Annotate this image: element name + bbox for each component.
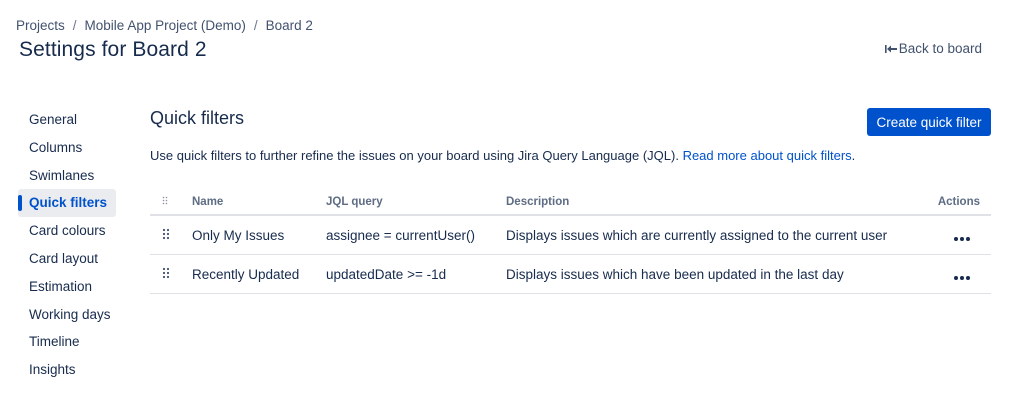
sidebar-item-quick-filters[interactable]: Quick filters (18, 189, 116, 218)
column-header-name: Name (192, 196, 224, 208)
breadcrumb-projects[interactable]: Projects (16, 18, 65, 33)
description-suffix: . (851, 148, 856, 163)
breadcrumb-project[interactable]: Mobile App Project (Demo) (85, 18, 246, 33)
filter-name: Only My Issues (192, 228, 285, 243)
settings-sidebar: General Columns Swimlanes Quick filters … (18, 106, 116, 384)
table-header: Name JQL query Description Actions (150, 190, 991, 216)
sidebar-item-card-layout[interactable]: Card layout (18, 245, 116, 273)
section-title: Quick filters (150, 108, 245, 128)
sidebar-item-swimlanes[interactable]: Swimlanes (18, 162, 116, 190)
more-icon (954, 237, 970, 241)
create-quick-filter-button[interactable]: Create quick filter (867, 108, 991, 136)
drag-handle-icon (162, 196, 168, 205)
more-icon (954, 276, 970, 280)
table-row: Recently Updated updatedDate >= -1d Disp… (150, 255, 991, 294)
arrow-left-icon (884, 44, 897, 53)
sidebar-item-estimation[interactable]: Estimation (18, 273, 116, 301)
filter-name: Recently Updated (192, 267, 300, 282)
filter-jql: updatedDate >= -1d (326, 267, 447, 282)
drag-handle-icon (162, 228, 170, 240)
sidebar-item-general[interactable]: General (18, 106, 116, 134)
row-drag-handle[interactable] (162, 228, 170, 243)
filter-description: Displays issues which are currently assi… (506, 228, 888, 243)
row-actions-button[interactable] (953, 230, 971, 245)
table-row: Only My Issues assignee = currentUser() … (150, 216, 991, 255)
page-title: Settings for Board 2 (19, 38, 207, 61)
section-description: Use quick filters to further refine the … (150, 148, 855, 163)
back-to-board-label: Back to board (898, 41, 982, 56)
filter-description: Displays issues which have been updated … (506, 267, 844, 282)
description-text: Use quick filters to further refine the … (150, 148, 679, 163)
back-to-board-link[interactable]: Back to board (884, 41, 982, 56)
breadcrumb: Projects / Mobile App Project (Demo) / Board… (16, 18, 313, 33)
sidebar-item-insights[interactable]: Insights (18, 356, 116, 384)
breadcrumb-board[interactable]: Board 2 (266, 18, 313, 33)
quick-filters-table: Name JQL query Description Actions Only … (150, 190, 991, 294)
sidebar-item-working-days[interactable]: Working days (18, 301, 116, 329)
sidebar-item-columns[interactable]: Columns (18, 134, 116, 162)
sidebar-item-card-colours[interactable]: Card colours (18, 217, 116, 245)
sidebar-item-timeline[interactable]: Timeline (18, 328, 116, 356)
read-more-link[interactable]: Read more about quick filters (683, 148, 852, 163)
column-header-jql: JQL query (326, 196, 383, 208)
row-drag-handle[interactable] (162, 267, 170, 282)
column-header-description: Description (506, 196, 570, 208)
drag-handle-header (162, 196, 168, 208)
drag-handle-icon (162, 267, 170, 279)
column-header-actions: Actions (937, 196, 980, 208)
breadcrumb-separator: / (72, 18, 77, 33)
row-actions-button[interactable] (953, 269, 971, 284)
filter-jql: assignee = currentUser() (326, 228, 475, 243)
breadcrumb-separator: / (253, 18, 258, 33)
